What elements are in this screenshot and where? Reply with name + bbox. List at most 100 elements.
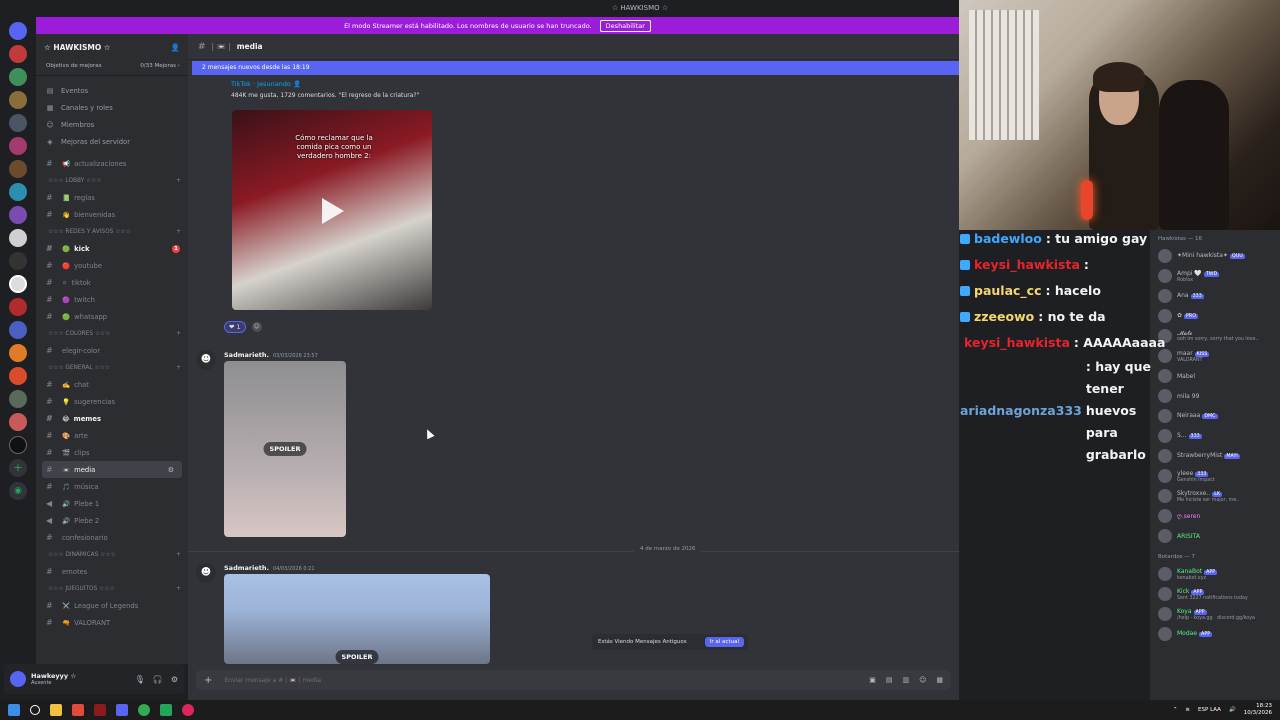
message-author[interactable]: Sadmarieth. 03/03/2026 23:57	[224, 351, 318, 359]
member-item[interactable]: maar KISS VALORANT	[1150, 346, 1280, 366]
obs-icon[interactable]	[182, 704, 194, 716]
add-channel-icon[interactable]: +	[176, 331, 181, 337]
add-channel-icon[interactable]: +	[176, 178, 181, 184]
reaction-heart[interactable]: ❤ 1	[224, 321, 246, 333]
member-item[interactable]: yleee 333 Genshin Impact	[1150, 466, 1280, 486]
message-input[interactable]: Enviar mensaje a # | 📼 | media	[224, 677, 321, 684]
network-icon[interactable]: ≋	[1185, 707, 1190, 713]
member-item[interactable]: Skytroxxe.. LK Me hiciste ser major, me..	[1150, 486, 1280, 506]
channel-valorant[interactable]: # 🔫 VALORANT	[36, 614, 188, 631]
member-item[interactable]: S... 333	[1150, 426, 1280, 446]
server-header[interactable]: ☆ HAWKISMO ☆ 👤	[36, 34, 188, 61]
microphone-icon[interactable]: 🎙	[135, 675, 145, 684]
spoiler-image[interactable]: SPOILER	[224, 361, 346, 537]
direct-messages-icon[interactable]	[9, 22, 27, 40]
server-icon[interactable]	[9, 183, 27, 201]
channel-plebe-2[interactable]: ◀ 🔊 Plebe 2	[36, 512, 188, 529]
server-icon[interactable]	[9, 413, 27, 431]
gif-icon[interactable]: ▤	[886, 676, 893, 684]
events-link[interactable]: ▤ Eventos	[36, 82, 188, 99]
add-channel-icon[interactable]: +	[176, 365, 181, 371]
add-server-icon[interactable]: +	[9, 459, 27, 477]
file-explorer-icon[interactable]	[50, 704, 62, 716]
server-icon[interactable]	[9, 137, 27, 155]
avatar[interactable]: ☻	[196, 563, 216, 583]
server-icon[interactable]	[9, 68, 27, 86]
channel-media[interactable]: # 📼 media ⚙	[42, 461, 182, 478]
channel-category[interactable]: ☆☆☆ LOBBY ☆☆☆ +	[36, 172, 188, 189]
member-item[interactable]: Mabel	[1150, 366, 1280, 386]
headphones-icon[interactable]: 🎧	[153, 675, 163, 684]
channel-category[interactable]: ☆☆☆ JUEGUITOS ☆☆☆ +	[36, 580, 188, 597]
app-icon[interactable]	[94, 704, 106, 716]
boost-goal[interactable]: Objetivo de mejoras 0/33 Mejoras ›	[36, 61, 188, 76]
server-icon[interactable]	[9, 91, 27, 109]
server-icon[interactable]	[9, 229, 27, 247]
channel-sugerencias[interactable]: # 💡 sugerencias	[36, 393, 188, 410]
volume-icon[interactable]: 🔊	[1229, 707, 1236, 713]
channels-roles-link[interactable]: ▦ Canales y roles	[36, 99, 188, 116]
server-icon[interactable]	[9, 252, 27, 270]
explore-icon[interactable]: ◉	[9, 482, 27, 500]
member-item[interactable]: Kick APP Sent 3227 notifications today	[1150, 584, 1280, 604]
channel-league-of-legends[interactable]: # ⚔️ League of Legends	[36, 597, 188, 614]
member-item[interactable]: Modae APP	[1150, 624, 1280, 644]
add-channel-icon[interactable]: +	[176, 552, 181, 558]
channel-bienvenidas[interactable]: # 👋 bienvenidas	[36, 206, 188, 223]
gear-icon[interactable]: ⚙	[171, 675, 178, 684]
channel-twitch[interactable]: # 🟣 twitch	[36, 291, 188, 308]
channel-category[interactable]: ☆☆☆ COLORES ☆☆☆ +	[36, 325, 188, 342]
embed-source[interactable]: TikTok · Jesunando 👤	[231, 80, 419, 88]
channel-youtube[interactable]: # 🔴 youtube	[36, 257, 188, 274]
spoiler-image[interactable]: SPOILER	[224, 574, 490, 664]
server-icon[interactable]	[9, 298, 27, 316]
member-item[interactable]: ARISITA	[1150, 526, 1280, 546]
channel-memes[interactable]: # 😂 memes	[36, 410, 188, 427]
channel-emotes[interactable]: # emotes	[36, 563, 188, 580]
channel-música[interactable]: # 🎵 música	[36, 478, 188, 495]
member-item[interactable]: Koya APP/help · koya.gg · discord.gg/koya	[1150, 604, 1280, 624]
disable-streamer-button[interactable]: Deshabilitar	[599, 19, 651, 32]
attach-plus-icon[interactable]: +	[204, 675, 212, 686]
channel-elegir-color[interactable]: # elegir-color	[36, 342, 188, 359]
channel-plebe-1[interactable]: ◀ 🔊 Plebe 1	[36, 495, 188, 512]
channel-chat[interactable]: # ✍️ chat	[36, 376, 188, 393]
server-icon[interactable]	[9, 45, 27, 63]
server-icon[interactable]	[9, 321, 27, 339]
channel-tiktok[interactable]: # ⚪ tiktok	[36, 274, 188, 291]
channel-category[interactable]: ☆☆☆ REDES Y AVISOS ☆☆☆ +	[36, 223, 188, 240]
clock[interactable]: 18:23 10/3/2026	[1244, 703, 1272, 717]
member-item[interactable]: ✿ PRO	[1150, 306, 1280, 326]
language-indicator[interactable]: ESP LAA	[1198, 707, 1221, 713]
member-item[interactable]: Neiraaa DMC	[1150, 406, 1280, 426]
member-item[interactable]: ✦Mini hawkista✦ QUU	[1150, 246, 1280, 266]
server-icon[interactable]	[9, 160, 27, 178]
member-item[interactable]: ღ.seren	[1150, 506, 1280, 526]
server-icon[interactable]	[9, 436, 27, 454]
play-icon[interactable]	[322, 198, 344, 224]
server-icon[interactable]	[9, 390, 27, 408]
new-messages-bar[interactable]: 2 mensajes nuevos desde las 18:19	[192, 61, 959, 75]
gift-icon[interactable]: ▣	[869, 676, 876, 684]
emoji-icon[interactable]: ☺	[919, 676, 926, 684]
member-item[interactable]: KanaBot APP kenabot.xyz	[1150, 564, 1280, 584]
video-thumbnail[interactable]: Cómo reclamar que la comida pica como un…	[232, 110, 432, 310]
add-member-icon[interactable]: 👤	[171, 43, 180, 52]
jump-to-present-button[interactable]: Ir al actual	[704, 637, 744, 647]
sticker-icon[interactable]: ▥	[902, 676, 909, 684]
channel-settings-icon[interactable]: ⚙	[168, 466, 174, 474]
channel-arte[interactable]: # 🎨 arte	[36, 427, 188, 444]
add-channel-icon[interactable]: +	[176, 586, 181, 592]
member-item[interactable]: Ana 333	[1150, 286, 1280, 306]
member-item[interactable]: StrawberryMist MAYI	[1150, 446, 1280, 466]
message-author[interactable]: Sadmarieth. 04/03/2026 0:21	[224, 564, 315, 572]
green-app-icon[interactable]	[160, 704, 172, 716]
channel-confesionario[interactable]: # confesionario	[36, 529, 188, 546]
message-composer[interactable]: + Enviar mensaje a # | 📼 | media ▣ ▤ ▥ ☺…	[196, 670, 951, 690]
discord-icon[interactable]	[116, 704, 128, 716]
member-item[interactable]: 𝓜𝓪𝓽𝓮 ooh im sorry, sorry that you love..	[1150, 326, 1280, 346]
channel-reglas[interactable]: # 📗 reglas	[36, 189, 188, 206]
member-item[interactable]: mila 99	[1150, 386, 1280, 406]
channel-kick[interactable]: # 🟢 kick 1	[36, 240, 188, 257]
members-link[interactable]: ☺ Miembros	[36, 116, 188, 133]
